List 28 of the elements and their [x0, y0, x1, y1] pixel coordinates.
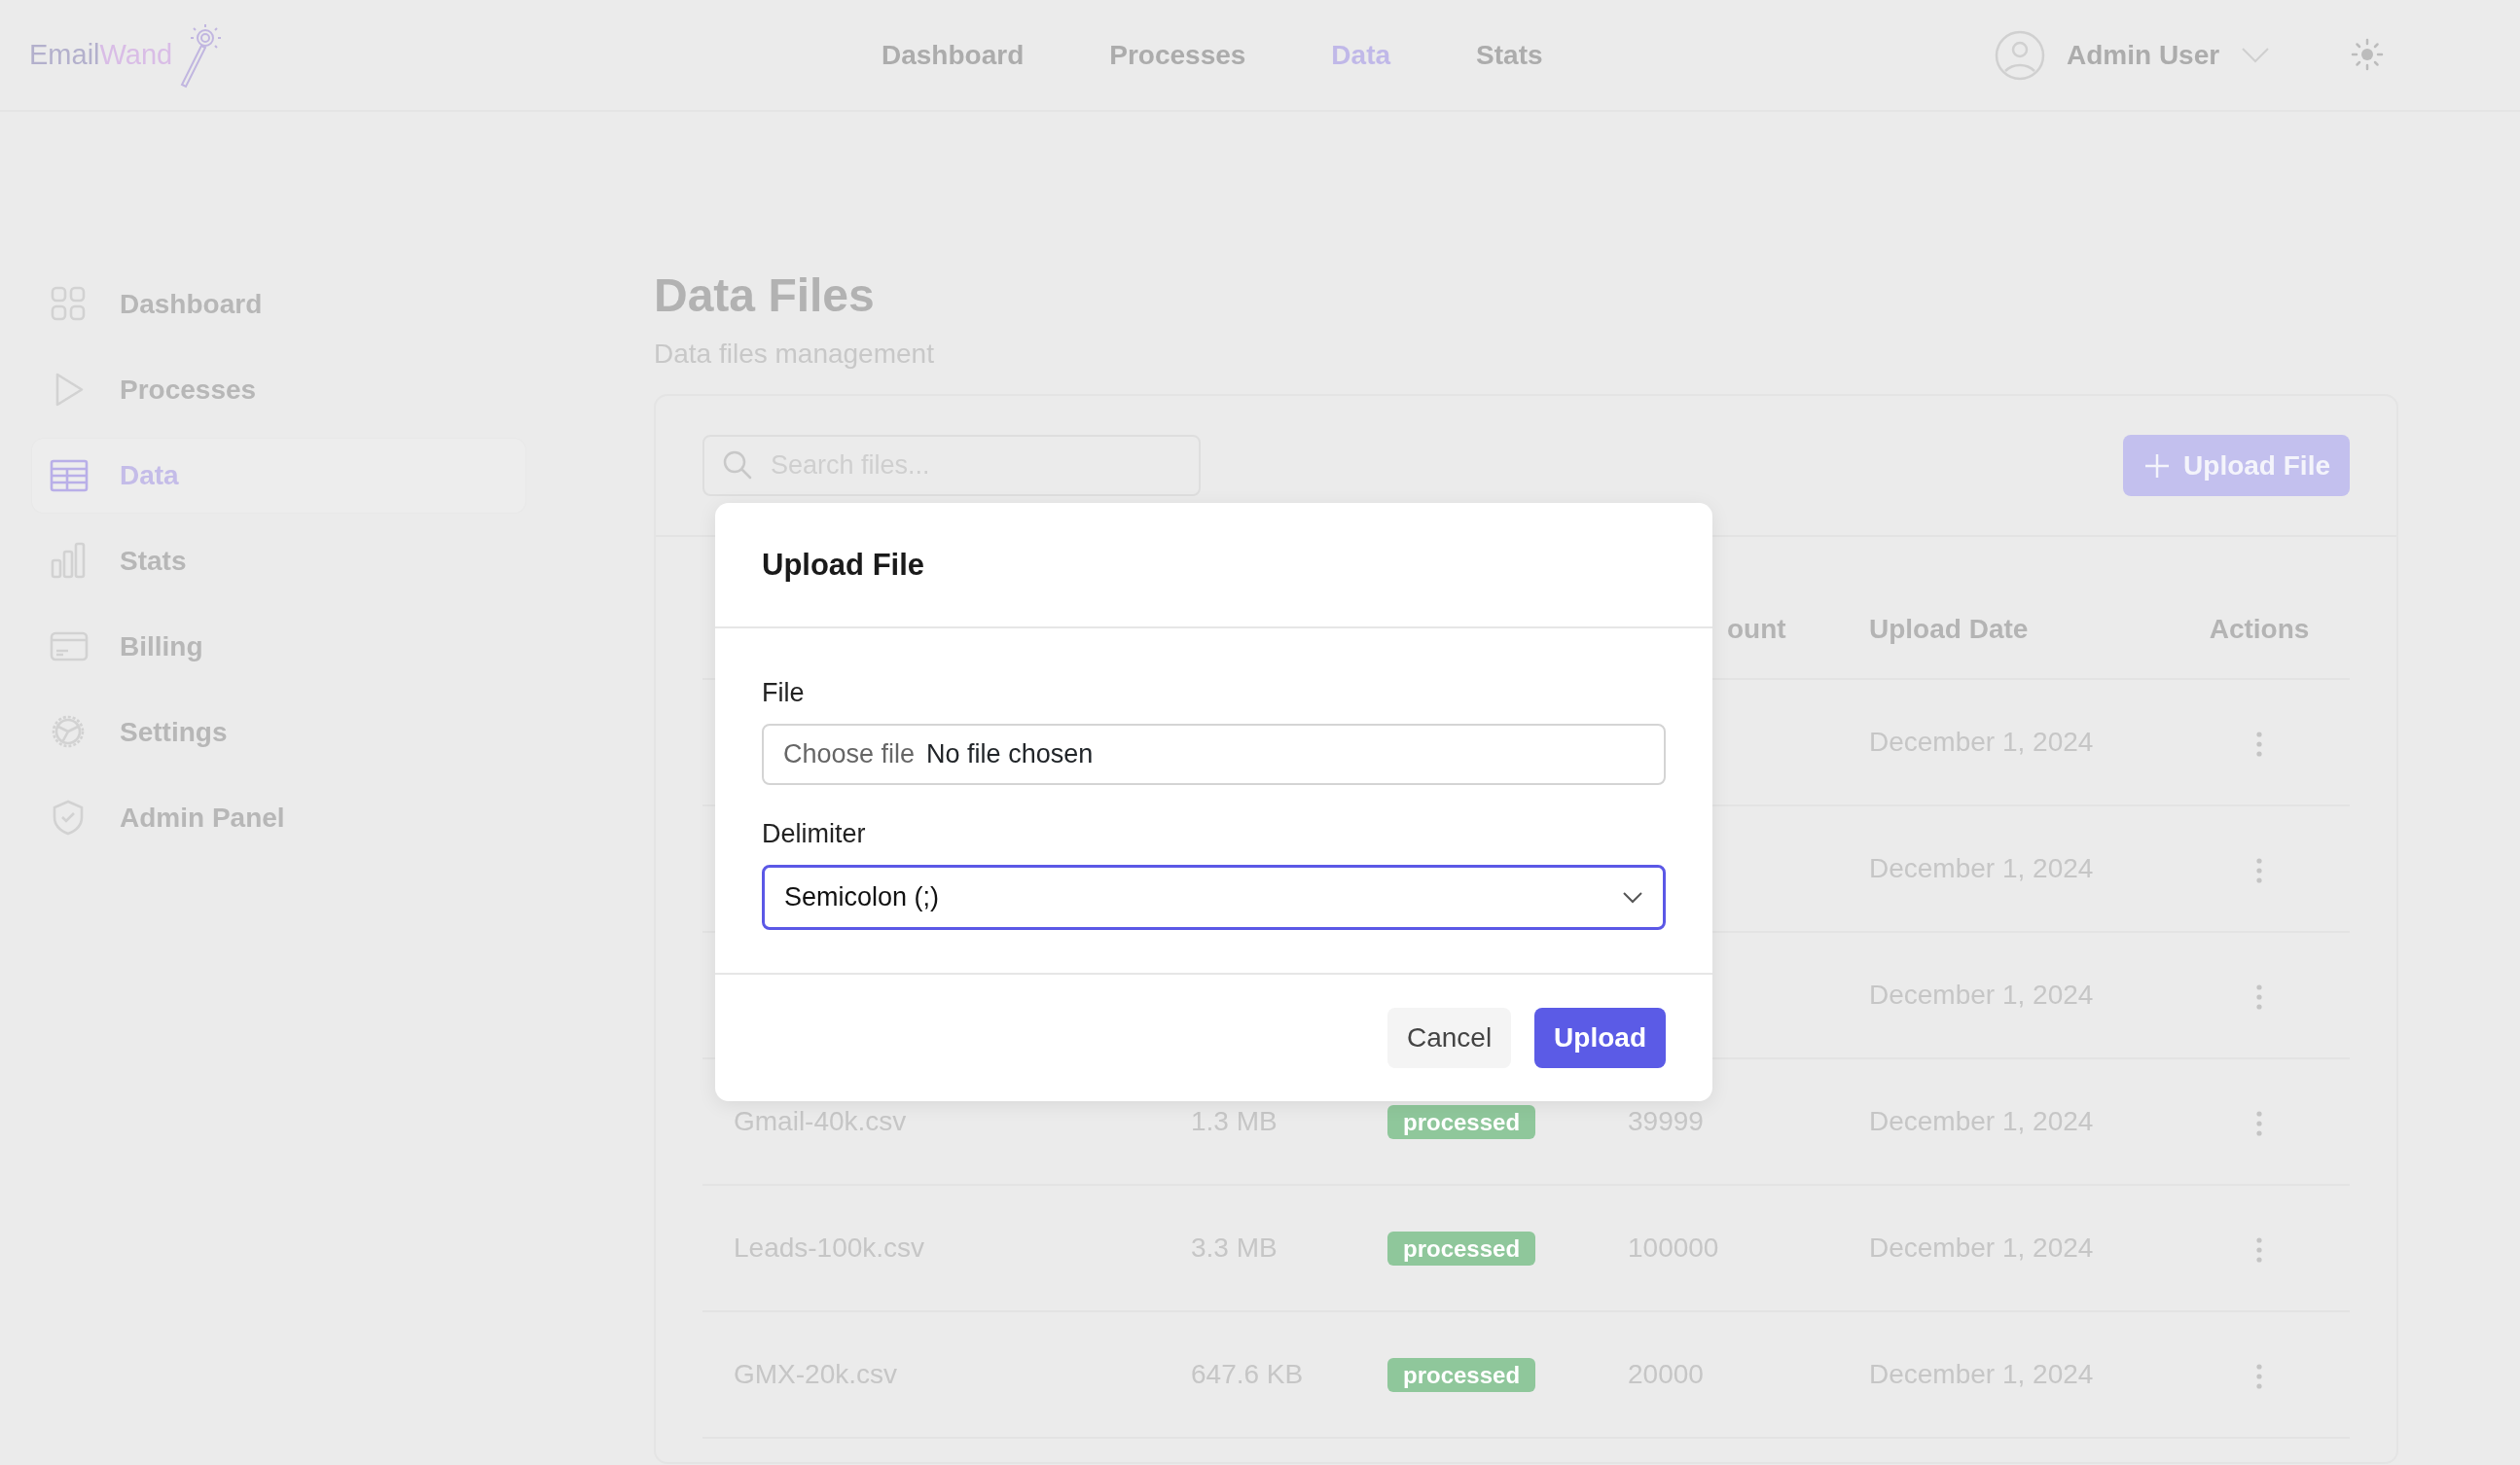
nav-link[interactable]: Stats	[1476, 34, 1543, 76]
more-icon	[2256, 1110, 2262, 1136]
page-title: Data Files	[654, 268, 876, 323]
dialog-title: Upload File	[762, 546, 925, 584]
more-icon	[2256, 857, 2262, 883]
more-icon	[2256, 983, 2262, 1010]
more-icon	[2256, 1236, 2262, 1263]
cancel-button[interactable]: Cancel	[1386, 1008, 1512, 1068]
status-badge: processed	[1387, 1105, 1536, 1139]
theme-toggle-button[interactable]	[2350, 37, 2385, 72]
field-label: File	[762, 677, 806, 709]
status-badge: processed	[1387, 1232, 1536, 1266]
chevron-down-icon	[1622, 890, 1643, 905]
more-icon	[2256, 1363, 2262, 1389]
nav-link[interactable]: Dashboard	[882, 34, 1025, 76]
upload-button[interactable]: Upload	[1534, 1008, 1666, 1068]
delimiter-select[interactable]: Semicolon (;)	[762, 865, 1666, 930]
field-label: Delimiter	[762, 818, 867, 850]
search-icon	[722, 449, 753, 481]
more-icon	[2256, 731, 2262, 757]
file-name-text: No file chosen	[926, 738, 1094, 771]
nav-link[interactable]: Processes	[1109, 34, 1246, 76]
status-badge: processed	[1387, 1358, 1536, 1392]
user-avatar-icon	[1995, 29, 2045, 81]
user-name[interactable]: Admin User	[2067, 34, 2220, 76]
file-field[interactable]: Choose file No file chosen	[762, 724, 1666, 785]
chevron-down-icon[interactable]	[2241, 46, 2271, 64]
choose-file-button[interactable]: Choose file	[783, 734, 916, 774]
